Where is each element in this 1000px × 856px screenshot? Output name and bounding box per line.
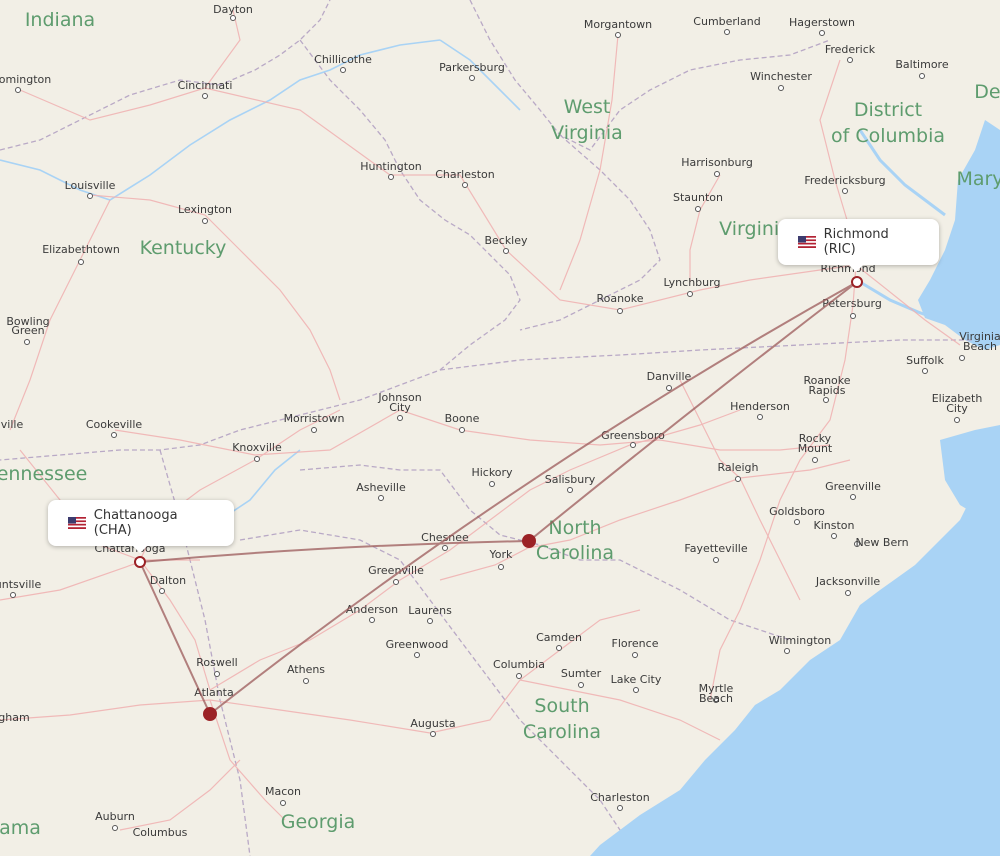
city-label: New Bern bbox=[855, 536, 908, 549]
city-label: Boone bbox=[445, 412, 480, 425]
city-label: Dayton bbox=[213, 3, 253, 16]
state-label-maryland: Mary bbox=[956, 168, 1000, 190]
city-label: Columbia bbox=[493, 658, 545, 671]
city-label: Beach bbox=[963, 340, 997, 353]
city-label: Greenwood bbox=[386, 638, 449, 651]
origin-airport-callout[interactable]: Chattanooga (CHA) bbox=[48, 500, 234, 553]
state-label-alabama: ama bbox=[0, 817, 41, 839]
state-label-west-virginia-2: Virginia bbox=[551, 122, 623, 144]
city-label: York bbox=[489, 548, 514, 561]
city-label: Parkersburg bbox=[439, 61, 505, 74]
airport-marker-ric[interactable] bbox=[851, 276, 863, 288]
us-flag-icon bbox=[798, 236, 816, 248]
city-label: Baltimore bbox=[895, 58, 948, 71]
city-label: Henderson bbox=[730, 400, 790, 413]
city-label: Kinston bbox=[814, 519, 855, 532]
city-label: Hagerstown bbox=[789, 16, 855, 29]
city-label: Harrisonburg bbox=[681, 156, 753, 169]
city-label: Salisbury bbox=[545, 473, 596, 486]
city-label: Laurens bbox=[408, 604, 452, 617]
destination-airport-callout[interactable]: Richmond (RIC) bbox=[778, 219, 939, 272]
city-label: Hickory bbox=[471, 466, 513, 479]
city-label: Goldsboro bbox=[769, 505, 825, 518]
city-label: Columbus bbox=[133, 826, 188, 839]
city-label: Greenville bbox=[825, 480, 881, 493]
city-label: Elizabethtown bbox=[42, 243, 120, 256]
city-label: Knoxville bbox=[232, 441, 282, 454]
city-label: Fredericksburg bbox=[804, 174, 885, 187]
city-label: Cumberland bbox=[693, 15, 760, 28]
city-label: Charleston bbox=[435, 168, 495, 181]
state-label-district-of-columbia-1: District bbox=[854, 99, 922, 121]
city-label: Beckley bbox=[484, 234, 528, 247]
city-label: Macon bbox=[265, 785, 301, 798]
state-label-tennessee: ennessee bbox=[0, 463, 87, 485]
route-map[interactable]: Indiana Kentucky ennessee West Virginia … bbox=[0, 0, 1000, 856]
city-label: Charleston bbox=[590, 791, 650, 804]
city-label: Asheville bbox=[356, 481, 406, 494]
city-label: Cincinnati bbox=[178, 79, 233, 92]
city-label: Green bbox=[11, 324, 44, 337]
city-label: Beach bbox=[699, 692, 733, 705]
city-label: Louisville bbox=[65, 179, 116, 192]
city-label: Roswell bbox=[196, 656, 238, 669]
city-label: Lake City bbox=[611, 673, 662, 686]
state-label-kentucky: Kentucky bbox=[140, 237, 227, 259]
city-label: Suffolk bbox=[906, 354, 944, 367]
city-label: Florence bbox=[612, 637, 659, 650]
destination-airport-label: Richmond (RIC) bbox=[823, 227, 889, 257]
city-label: City bbox=[389, 401, 411, 414]
city-label: Jacksonville bbox=[815, 575, 881, 588]
stop-marker-charlotte[interactable] bbox=[522, 534, 536, 548]
map-canvas: Indiana Kentucky ennessee West Virginia … bbox=[0, 0, 1000, 856]
city-label: Winchester bbox=[750, 70, 812, 83]
city-label: ville bbox=[1, 418, 24, 431]
city-label: Auburn bbox=[95, 810, 135, 823]
city-label: Danville bbox=[647, 370, 692, 383]
city-label: Frederick bbox=[825, 43, 876, 56]
city-label: Morgantown bbox=[584, 18, 652, 31]
origin-airport-label: Chattanooga (CHA) bbox=[93, 508, 178, 538]
city-label: Dalton bbox=[150, 574, 186, 587]
city-label: gham bbox=[0, 711, 30, 724]
state-label-north-carolina-1: North bbox=[548, 517, 601, 539]
state-label-delaware: Del bbox=[974, 81, 1000, 103]
city-label: Roanoke bbox=[596, 292, 643, 305]
airport-marker-cha[interactable] bbox=[134, 556, 146, 568]
stop-marker-atlanta[interactable] bbox=[203, 707, 217, 721]
state-label-indiana: Indiana bbox=[25, 9, 95, 31]
state-label-district-of-columbia-2: of Columbia bbox=[831, 125, 945, 147]
city-label: untsville bbox=[0, 578, 41, 591]
city-label: Petersburg bbox=[822, 297, 882, 310]
state-label-north-carolina-2: Carolina bbox=[536, 542, 614, 564]
city-label: Morristown bbox=[284, 412, 345, 425]
city-label: Rapids bbox=[809, 384, 846, 397]
city-label: Camden bbox=[536, 631, 582, 644]
city-label: Sumter bbox=[561, 667, 602, 680]
city-label: Raleigh bbox=[718, 461, 759, 474]
state-label-georgia: Georgia bbox=[281, 811, 356, 833]
city-label: Augusta bbox=[410, 717, 455, 730]
city-label: Chillicothe bbox=[314, 53, 372, 66]
state-label-south-carolina-2: Carolina bbox=[523, 721, 601, 743]
city-label: City bbox=[946, 402, 968, 415]
city-label: Cookeville bbox=[86, 418, 143, 431]
city-label: Lexington bbox=[178, 203, 232, 216]
state-label-south-carolina-1: South bbox=[534, 695, 589, 717]
city-label: Huntington bbox=[360, 160, 422, 173]
us-flag-icon bbox=[68, 517, 86, 529]
city-label: Athens bbox=[287, 663, 325, 676]
city-label: Wilmington bbox=[769, 634, 832, 647]
city-label: Fayetteville bbox=[684, 542, 747, 555]
state-label-west-virginia-1: West bbox=[564, 96, 611, 118]
city-label: Staunton bbox=[673, 191, 723, 204]
city-label: Lynchburg bbox=[664, 276, 721, 289]
city-label: omington bbox=[0, 73, 51, 86]
city-label: Mount bbox=[798, 442, 833, 455]
